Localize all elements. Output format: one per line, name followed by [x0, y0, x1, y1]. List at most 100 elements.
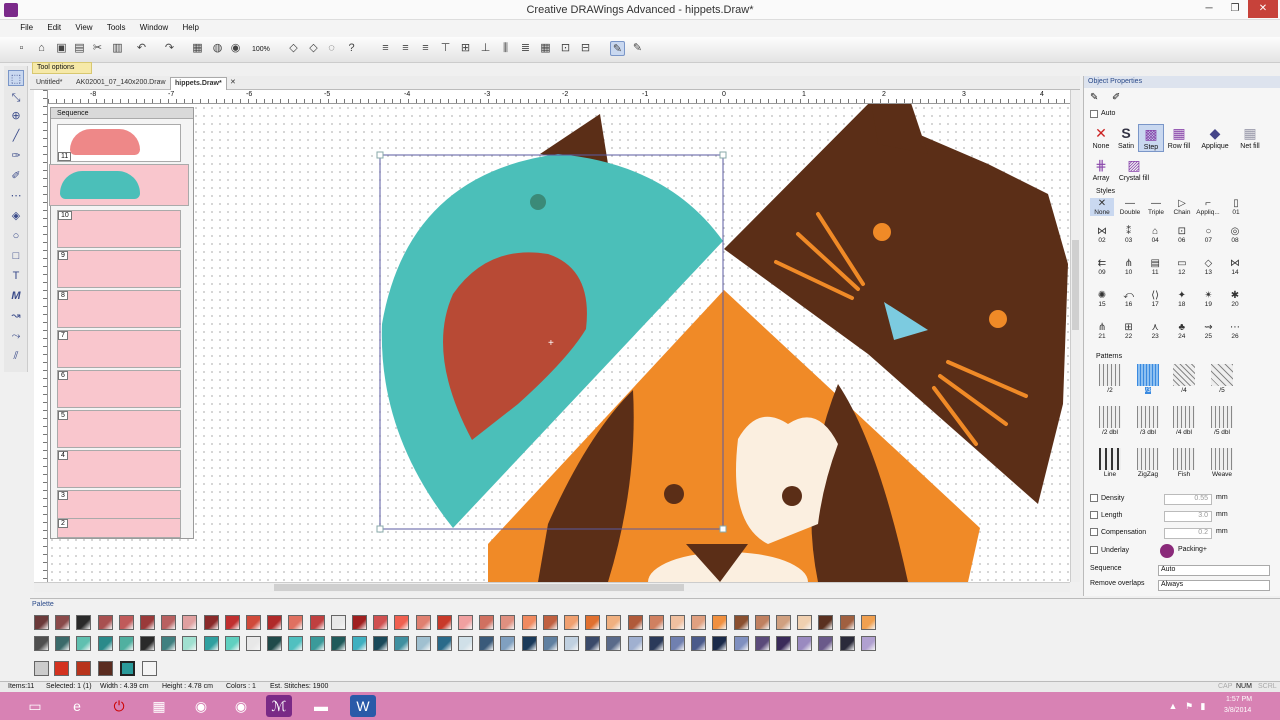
- style-item[interactable]: ✺ 15: [1090, 290, 1114, 308]
- palette-swatch[interactable]: [76, 615, 92, 630]
- palette-swatch[interactable]: [330, 636, 346, 651]
- palette-swatch[interactable]: [34, 615, 49, 630]
- fill-none-button[interactable]: ✕ None: [1088, 124, 1114, 150]
- palette-swatch[interactable]: [55, 615, 71, 630]
- palette-swatch[interactable]: [182, 636, 198, 651]
- pattern-item[interactable]: Weave: [1208, 448, 1236, 478]
- sequence-item[interactable]: 10: [57, 210, 181, 248]
- palette-swatch[interactable]: [776, 615, 791, 630]
- palette-swatch[interactable]: [246, 636, 261, 651]
- packing-label[interactable]: Packing+: [1178, 546, 1207, 553]
- select-tool-icon[interactable]: ⬚: [8, 70, 24, 86]
- palette-swatch[interactable]: [521, 615, 537, 630]
- pattern-item[interactable]: ZigZag: [1134, 448, 1162, 478]
- fill-tab-icon[interactable]: ✎: [1090, 92, 1098, 103]
- palette-swatch[interactable]: [140, 615, 155, 630]
- edit-nodes-icon[interactable]: ⤡: [8, 90, 24, 106]
- pattern-item[interactable]: /4 dbl: [1170, 406, 1198, 436]
- calculator-icon[interactable]: ▦: [146, 695, 172, 717]
- palette-swatch[interactable]: [352, 636, 367, 651]
- pen-alt-icon[interactable]: ✎: [630, 41, 645, 56]
- undo-icon[interactable]: ✂: [90, 41, 105, 56]
- text-tool-icon[interactable]: T: [8, 268, 24, 284]
- style-item[interactable]: ▤ 11: [1143, 258, 1167, 276]
- palette-swatch[interactable]: [627, 615, 643, 630]
- palette-swatch[interactable]: [648, 636, 664, 651]
- fill-applique-button[interactable]: ◆ Applique: [1198, 124, 1232, 150]
- palette-swatch[interactable]: [754, 636, 770, 651]
- internet-explorer-icon[interactable]: e: [64, 695, 90, 717]
- chrome-alt-icon[interactable]: ◉: [228, 695, 254, 717]
- palette-swatch[interactable]: [436, 636, 452, 651]
- pattern-item[interactable]: Fish: [1170, 448, 1198, 478]
- palette-swatch[interactable]: [203, 615, 219, 630]
- pattern-item[interactable]: /5 dbl: [1208, 406, 1236, 436]
- palette-swatch[interactable]: [479, 636, 495, 651]
- fill-row-button[interactable]: ▦ Row fill: [1164, 124, 1194, 150]
- new-icon[interactable]: ▫: [14, 41, 29, 56]
- packing-icon[interactable]: [1160, 544, 1174, 558]
- palette-swatch[interactable]: [797, 615, 813, 630]
- distribute-v-icon[interactable]: ≣: [518, 41, 533, 56]
- palette-swatch[interactable]: [309, 615, 325, 630]
- node-icon[interactable]: ⋯: [8, 188, 24, 204]
- palette-swatch[interactable]: [521, 636, 537, 651]
- fill-satin-button[interactable]: S Satin: [1113, 124, 1139, 150]
- style-item[interactable]: — Triple: [1144, 198, 1168, 216]
- density-input[interactable]: 0.55: [1164, 494, 1212, 505]
- underlay-checkbox[interactable]: [1090, 546, 1098, 554]
- sequence-select[interactable]: Auto: [1158, 565, 1270, 576]
- zoom-tool-icon[interactable]: ⊕: [8, 108, 24, 124]
- palette-swatch[interactable]: [34, 636, 49, 651]
- palette-swatch[interactable]: [140, 636, 155, 651]
- sequence-item[interactable]: 5: [57, 410, 181, 448]
- palette-swatch[interactable]: [118, 615, 134, 630]
- undo-arrow-icon[interactable]: ↶: [134, 41, 149, 56]
- tab-untitled[interactable]: Untitled*: [32, 77, 66, 90]
- style-item[interactable]: ▷ Chain: [1170, 198, 1194, 216]
- palette-swatch[interactable]: [839, 636, 855, 651]
- palette-swatch[interactable]: [691, 615, 707, 630]
- style-item[interactable]: ⟨⟩ 17: [1143, 290, 1167, 308]
- palette-swatch[interactable]: [670, 615, 685, 630]
- style-item[interactable]: — Double: [1118, 198, 1142, 216]
- menu-edit[interactable]: Edit: [41, 20, 67, 35]
- style-item[interactable]: ♣ 24: [1170, 322, 1194, 340]
- minimize-button[interactable]: ─: [1196, 0, 1222, 18]
- sequence-item[interactable]: 11: [57, 124, 181, 162]
- word-icon[interactable]: W: [350, 695, 376, 717]
- path-icon[interactable]: ↝: [8, 308, 24, 324]
- style-item[interactable]: ⊞ 22: [1117, 322, 1141, 340]
- palette-swatch[interactable]: [224, 615, 240, 630]
- open-icon[interactable]: ⌂: [34, 41, 49, 56]
- horizontal-scrollbar[interactable]: [34, 582, 1070, 592]
- sequence-item[interactable]: 6: [57, 370, 181, 408]
- style-item[interactable]: ◇ 13: [1196, 258, 1220, 276]
- palette-swatch[interactable]: [394, 636, 410, 651]
- design-canvas[interactable]: +: [48, 104, 1070, 582]
- style-item[interactable]: ◎ 08: [1223, 226, 1247, 244]
- style-item[interactable]: ⋯ 26: [1223, 322, 1247, 340]
- sequence-item[interactable]: 9: [57, 250, 181, 288]
- length-checkbox[interactable]: [1090, 511, 1098, 519]
- fill-net-button[interactable]: ▦ Net fill: [1236, 124, 1264, 150]
- palette-swatch[interactable]: [415, 615, 431, 630]
- redo-arrow-icon[interactable]: ↷: [162, 41, 177, 56]
- palette-swatch[interactable]: [564, 636, 579, 651]
- palette-swatch[interactable]: [373, 615, 389, 630]
- rectangle-icon[interactable]: □: [8, 248, 24, 264]
- file-explorer-icon[interactable]: ▭: [22, 695, 48, 717]
- palette-swatch[interactable]: [118, 636, 134, 651]
- palette-swatch[interactable]: [542, 636, 558, 651]
- palette-swatch[interactable]: [754, 615, 770, 630]
- palette-swatch[interactable]: [839, 615, 855, 630]
- align-left-icon[interactable]: ≡: [378, 41, 393, 56]
- embroidery-artwork[interactable]: +: [48, 104, 1070, 582]
- palette-swatch[interactable]: [500, 636, 516, 651]
- palette-swatch[interactable]: [860, 615, 876, 630]
- palette-swatch[interactable]: [352, 615, 367, 630]
- style-item[interactable]: ▭ 12: [1170, 258, 1194, 276]
- density-checkbox[interactable]: [1090, 494, 1098, 502]
- brush-icon[interactable]: ✐: [8, 168, 24, 184]
- ellipse-icon[interactable]: ○: [8, 228, 24, 244]
